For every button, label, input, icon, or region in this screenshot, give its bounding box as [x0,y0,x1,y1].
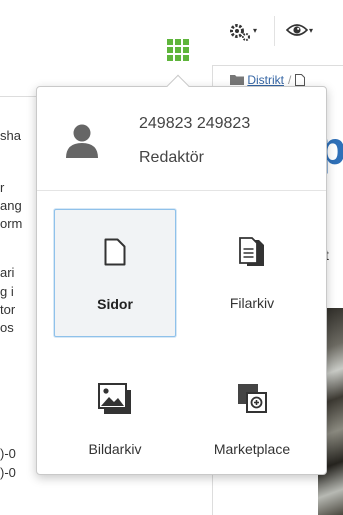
background-text-fragment: ari [0,265,15,280]
view-button[interactable]: ▾ [285,22,314,43]
user-name: 249823 249823 [139,115,251,132]
toolbar-divider [274,16,275,46]
eye-icon [285,24,309,36]
background-text-fragment: sha [0,128,21,143]
app-filarkiv[interactable]: Filarkiv [191,209,313,337]
folder-icon [230,75,244,85]
app-label: Bildarkiv [88,441,142,457]
breadcrumb: Distrikt / [230,73,306,87]
file-archive-icon [239,237,264,266]
page-icon [295,74,306,86]
background-text-fragment: os [0,320,14,335]
background-text-fragment: ang [0,198,22,213]
chevron-down-icon: ▾ [309,26,314,35]
background-text-fragment: r [0,180,5,195]
background-text-fragment: tor [0,302,16,317]
user-role: Redaktör [139,149,204,166]
page-icon [104,238,126,266]
breadcrumb-item[interactable]: Distrikt [247,73,284,87]
marketplace-icon [238,384,267,413]
background-text-fragment: g i [0,284,14,299]
app-label: Marketplace [213,441,291,457]
editor-toolbar: ▾ ▾ [212,0,343,66]
user-profile: 249823 249823 Redaktör [37,87,326,191]
app-grid-button[interactable] [167,39,189,61]
app-sidor[interactable]: Sidor [54,209,176,337]
app-label: Filarkiv [229,295,275,311]
background-text-fragment: )-0 [0,446,16,461]
gears-icon [230,24,250,41]
user-icon [66,124,98,158]
app-switcher-popup: 249823 249823 Redaktör Sidor Filarkiv Bi… [36,86,327,475]
background-text-fragment: )-0 [0,465,16,480]
background-text-fragment: orm [0,216,23,231]
app-label: Sidor [97,296,133,312]
app-bildarkiv[interactable]: Bildarkiv [54,355,176,483]
chevron-down-icon: ▾ [253,26,258,35]
background-divider [0,96,40,97]
breadcrumb-separator: / [288,73,292,87]
app-marketplace[interactable]: Marketplace [191,355,313,483]
image-archive-icon [98,383,131,414]
avatar[interactable] [65,123,99,159]
settings-button[interactable]: ▾ [228,22,257,47]
